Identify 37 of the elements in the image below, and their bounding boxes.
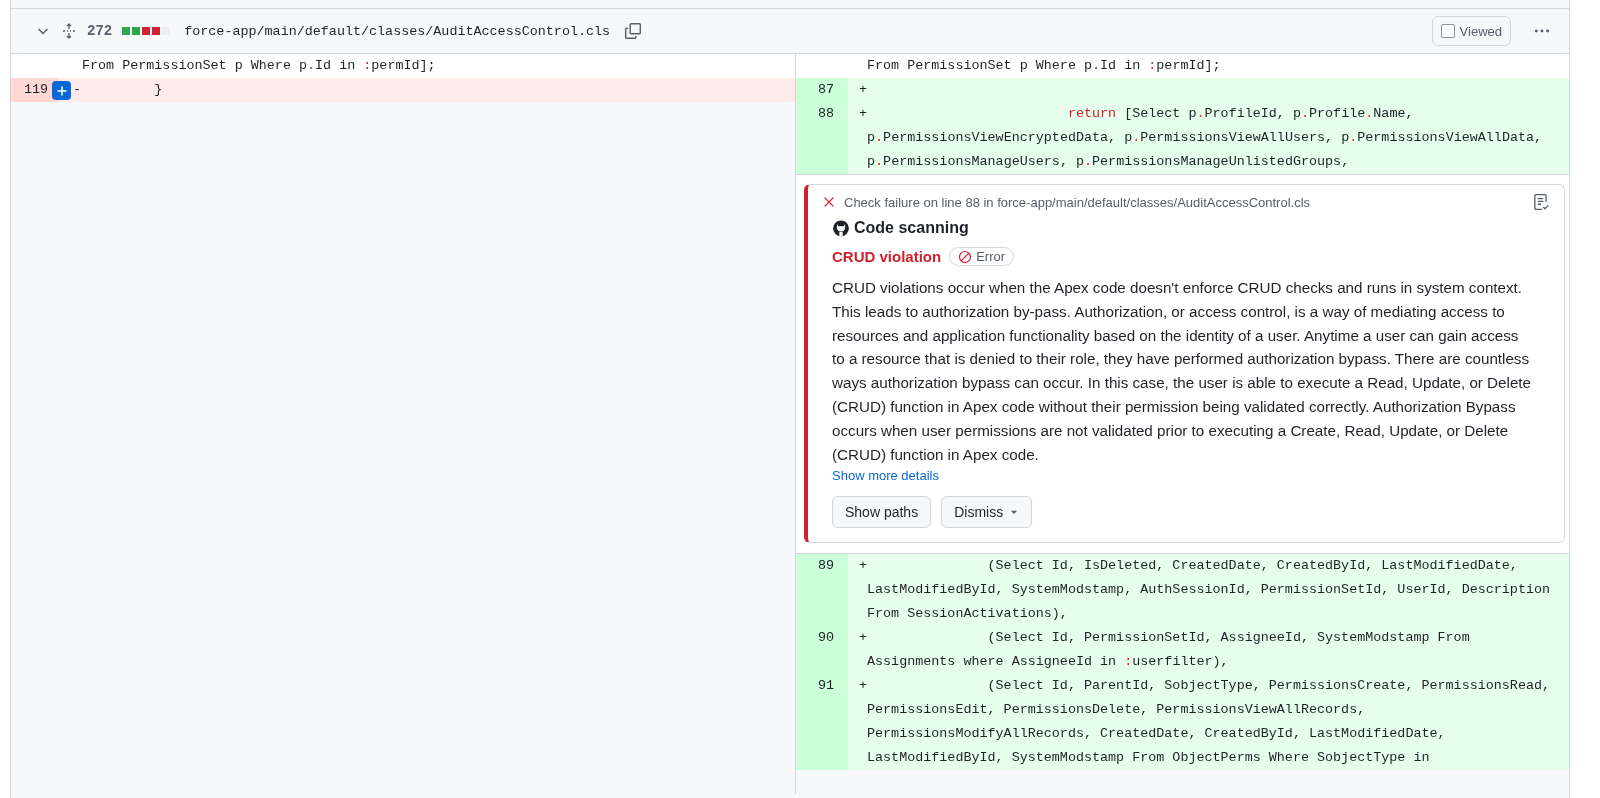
checklist-icon[interactable] [1532,193,1550,211]
line-number: 90 [796,626,848,675]
copy-icon[interactable] [624,22,643,40]
check-failure-title: Check failure on line 88 in force-app/main/default/classes/AuditAccessControl.cls [844,194,1311,210]
plus-icon [55,84,68,97]
code-line: return [Select p.ProfileId, p.Profile.Name, p.PermissionsViewEncryptedData, p.PermissionsViewAllUsers, p.PermissionsViewAllData, p.PermissionsManageUsers, p.PermissionsManageUnlistedGroups, [867,105,1544,171]
action-button[interactable]: Show paths [832,496,932,529]
checkbox[interactable] [1440,24,1455,38]
dropdown-button[interactable]: Dismiss [941,496,1033,529]
logo-icon [832,219,850,237]
diff-sign: + [858,677,867,696]
description-text: CRUD violations occur when the Apex code doesn't enforce CRUD checks and runs in system context. This leads to authorization by-pass. Authorization, or access control, is a way of mediating access to resources and application functionality based on the identity of a user. Anytime a user can gain access to a resource that is denied to their role, they have performed authorization bypass. There are countless ways authorization bypass can occur. In this case, the user is able to execute a Read, Update, or Delete (CRUD) function in Apex code without their permission being validated correctly. Authorization Bypass occurs when user permissions are not validated prior to executing a Create, Read, Update, or Delete (CRUD) function in Apex code. [832,278,1532,465]
code-line: (Select Id, PermissionSetId, AssigneeId, SystemModstamp From Assignments where AssigneeId in :userfilter), [867,629,1471,672]
viewed-button[interactable]: Viewed [1431,16,1511,46]
show-more-link[interactable]: Show more details [832,468,939,484]
code-line: From PermissionSet p Where p.Id in :permId]; [867,57,1222,75]
diff-sign: + [858,81,867,99]
diff-sign: + [858,105,867,123]
change-count: 272 [87,23,113,39]
diff-sign: + [858,629,867,648]
line-number: 91 [796,674,848,771]
line-number: 89 [796,554,848,627]
line-number: 87 [796,78,848,102]
close-icon [822,195,836,209]
blocked-icon [958,249,973,264]
code-line: From PermissionSet p Where p.Id in :permId]; [82,57,437,75]
code-line: (Select Id, IsDeleted, CreatedDate, CreatedById, LastModifiedDate, LastModifiedById, SystemModstamp, AuthSessionId, PermissionSetId, UserId, Description From SessionActivations), [867,557,1552,624]
add-comment-button[interactable] [52,81,71,100]
code-line: } [153,81,164,99]
line-number: 88 [796,102,848,174]
tool-name: Code scanning [854,219,969,237]
diff-sign: - [72,81,82,99]
file-path[interactable]: force-app/main/default/classes/AuditAccessControl.cls [184,23,611,39]
code-line: (Select Id, ParentId, SobjectType, PermissionsCreate, PermissionsRead, PermissionsEdit, PermissionsDelete, PermissionsViewAllRecords, PermissionsModifyAllRecords, CreatedDate, CreatedById, LastModifiedDate, LastModifiedById, SystemModstamp From ObjectPerms Where SobjectType in [867,677,1552,768]
rule-name: CRUD violation [832,248,942,265]
expand-icon[interactable] [61,23,77,39]
diff-sign: + [858,557,867,576]
